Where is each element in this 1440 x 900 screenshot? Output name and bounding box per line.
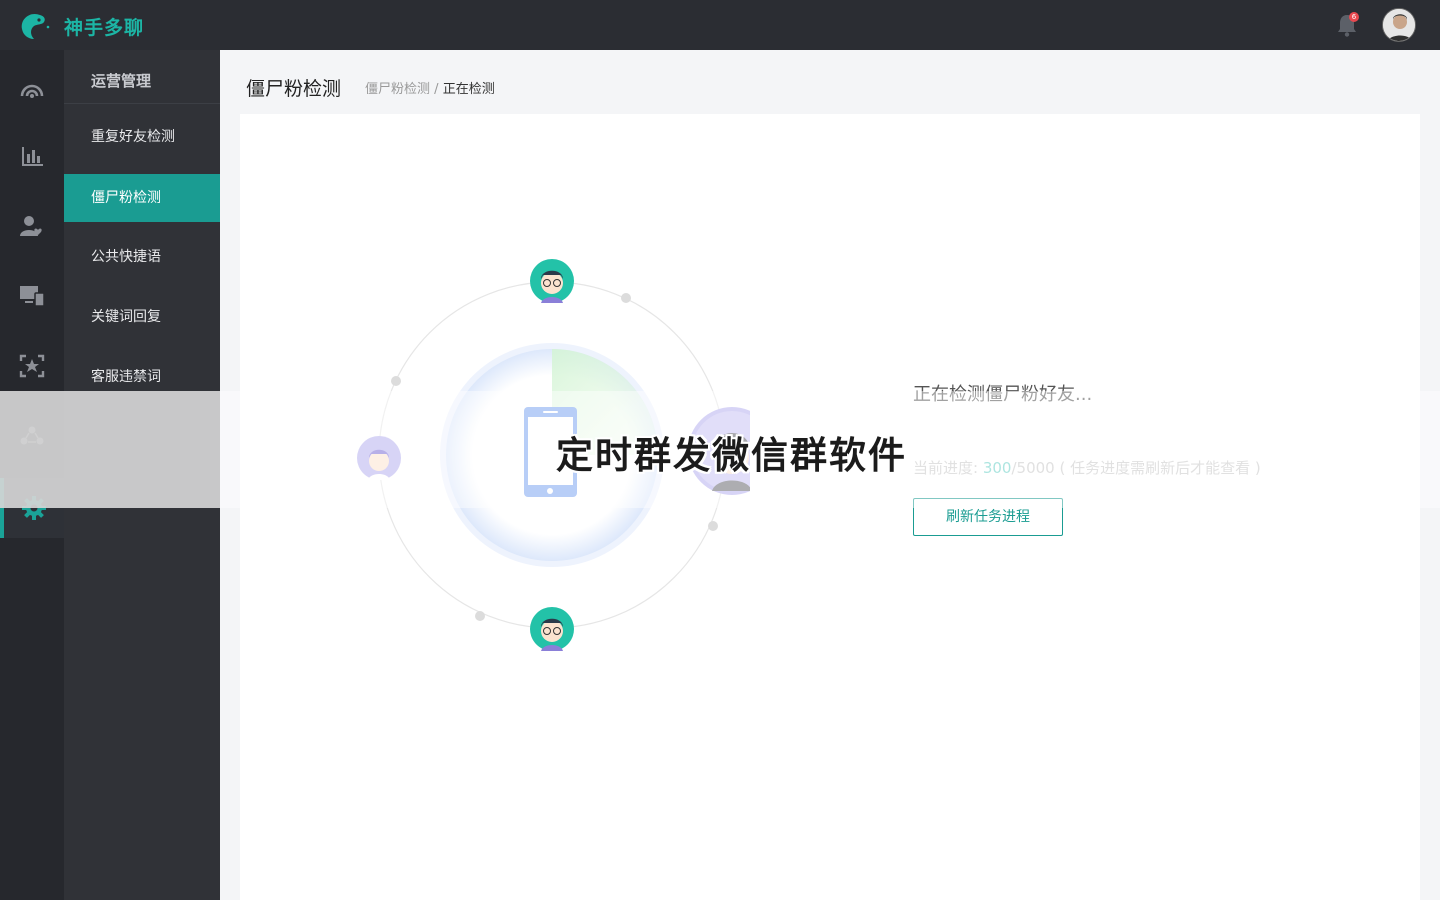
top-bar: 神手多聊 6	[0, 0, 1440, 50]
menu-item-keyword-reply[interactable]: 关键词回复	[64, 293, 220, 341]
breadcrumb-separator: /	[434, 82, 439, 97]
notification-badge: 6	[1349, 12, 1359, 22]
menu-item-zombie-fans[interactable]: 僵尸粉检测	[64, 174, 220, 222]
friend-avatar-top	[530, 259, 574, 303]
rail-devices[interactable]	[0, 266, 64, 326]
rail-customers[interactable]	[0, 196, 64, 256]
breadcrumb: 僵尸粉检测 / 正在检测	[365, 78, 495, 97]
bar-chart-icon	[22, 147, 43, 166]
submenu-divider	[64, 103, 220, 104]
brand-name: 神手多聊	[64, 17, 145, 39]
devices-icon	[20, 286, 45, 307]
star-scan-icon	[19, 354, 45, 378]
breadcrumb-parent[interactable]: 僵尸粉检测	[365, 82, 430, 97]
dashboard-icon	[20, 84, 44, 98]
menu-item-duplicate-friend[interactable]: 重复好友检测	[64, 113, 220, 161]
submenu-title: 运营管理	[91, 72, 152, 90]
watermark-band-left	[0, 391, 220, 508]
rail-dashboard[interactable]	[0, 58, 64, 118]
user-heart-icon	[20, 216, 42, 236]
breadcrumb-current: 正在检测	[442, 82, 495, 97]
logo-icon	[21, 13, 50, 40]
rail-stats[interactable]	[0, 126, 64, 186]
menu-item-quick-replies[interactable]: 公共快捷语	[64, 233, 220, 281]
page-title: 僵尸粉检测	[246, 78, 342, 100]
rail-favorites[interactable]	[0, 336, 64, 396]
watermark-text: 定时群发微信群软件	[556, 434, 907, 477]
user-avatar[interactable]	[1382, 8, 1416, 42]
friend-avatar-bottom	[530, 607, 574, 651]
